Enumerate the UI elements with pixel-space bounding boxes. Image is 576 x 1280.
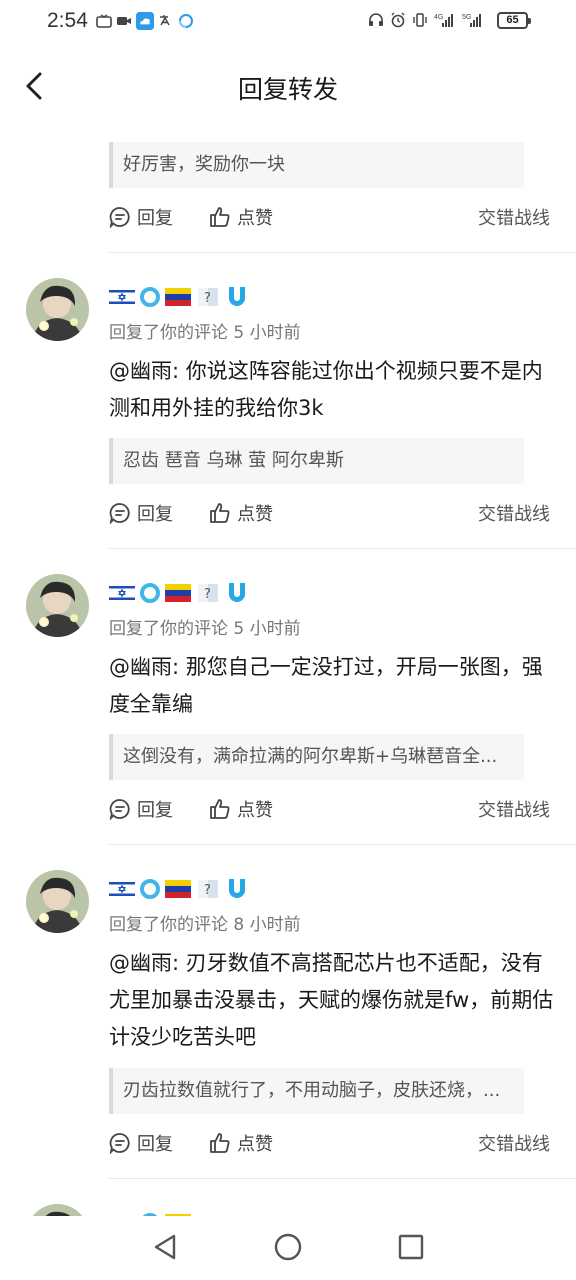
reply-button[interactable]: 回复 [109,500,173,526]
svg-text:?: ? [204,883,211,898]
comment-bubble-icon [109,1133,130,1154]
like-button[interactable]: 点赞 [209,1130,273,1156]
quoted-comment[interactable]: 忍齿 琶音 乌琳 萤 阿尔卑斯 [109,438,524,484]
status-bar: 2:54 4G 5G 65 [0,0,576,44]
comment-bubble-icon [109,799,130,820]
reply-label: 回复 [137,1134,173,1155]
signal-4g-icon: 4G [434,14,453,27]
flag-israel-icon [109,288,135,306]
comment-text[interactable]: @幽雨: 你说这阵容能过你出个视频只要不是内测和用外挂的我给你3k [109,353,554,427]
u-badge-icon [229,287,245,306]
comment-meta: 回复了你的评论 5 小时前 [109,619,301,639]
system-home-button[interactable] [273,1232,303,1266]
flag-israel-icon [109,880,135,898]
user-badges: ? [109,580,249,606]
reply-button[interactable]: 回复 [109,796,173,822]
quoted-comment[interactable]: 这倒没有，满命拉满的阿尔卑斯+乌琳琶音全... [109,734,524,780]
game-source-tag[interactable]: 交错战线 [478,796,550,822]
user-badges: ? [109,284,249,310]
comment-actions: 回复 点赞 交错战线 [109,204,550,234]
unknown-flag-icon: ? [198,880,218,898]
svg-text:4G: 4G [434,14,443,21]
comment-text[interactable]: @幽雨: 那您自己一定没打过，开局一张图，强度全靠编 [109,649,554,723]
comment-actions: 回复 点赞 交错战线 [109,500,550,530]
unknown-flag-icon: ? [198,288,218,306]
triangle-back-icon [154,1234,176,1260]
reply-feed[interactable]: 好厉害，奖励你一块 回复 点赞 交错战线 ? 回复了你的评论 5 小时前 @幽雨… [0,122,576,1216]
signal-5g-icon: 5G [462,14,481,27]
like-label: 点赞 [237,208,273,229]
status-system-icons: 4G 5G [368,12,484,28]
avatar[interactable] [26,870,89,933]
avatar[interactable] [26,278,89,341]
quoted-comment[interactable]: 好厉害，奖励你一块 [109,142,524,188]
divider [109,844,576,845]
status-notification-icons [96,12,194,30]
unknown-flag-icon: ? [198,584,218,602]
quoted-comment[interactable]: 刃齿拉数值就行了，不用动脑子，皮肤还烧，... [109,1068,524,1114]
user-badges: ? [109,876,249,902]
svg-text:?: ? [204,587,211,602]
translate-icon [160,15,170,26]
flag-israel-icon [109,584,135,602]
comment-meta: 回复了你的评论 8 小时前 [109,915,301,935]
thumbs-up-icon [210,207,230,227]
alarm-icon [391,12,405,28]
circle-home-icon [274,1233,302,1261]
like-label: 点赞 [237,1134,273,1155]
reply-button[interactable]: 回复 [109,204,173,230]
video-camera-icon [117,17,131,25]
system-back-button[interactable] [150,1232,180,1266]
comment-text[interactable]: @幽雨: 刃牙数值不高搭配芯片也不适配，没有尤里加暴击没暴击，天赋的爆伤就是fw… [109,945,554,1056]
weather-app-icon [136,12,154,30]
like-button[interactable]: 点赞 [209,500,273,526]
game-source-tag[interactable]: 交错战线 [478,1130,550,1156]
reply-button[interactable]: 回复 [109,1130,173,1156]
reply-label: 回复 [137,504,173,525]
game-source-tag[interactable]: 交错战线 [478,204,550,230]
ring-badge-icon [140,879,160,899]
divider [109,1178,576,1179]
svg-text:5G: 5G [462,14,471,21]
battery-indicator: 65 [497,12,531,29]
thumbs-up-icon [210,1133,230,1153]
headphones-icon [369,13,383,26]
reply-label: 回复 [137,800,173,821]
page-title: 回复转发 [237,75,338,104]
avatar[interactable] [26,1204,89,1216]
comment-actions: 回复 点赞 交错战线 [109,796,550,826]
divider [109,548,576,549]
flag-venezuela-icon [165,880,191,898]
ring-badge-icon [140,583,160,603]
comment-bubble-icon [109,503,130,524]
header-bar: 回复转发 [0,50,576,122]
system-navigation-bar [0,1216,576,1280]
thumbs-up-icon [210,503,230,523]
divider [109,252,576,253]
u-badge-icon [229,879,245,898]
system-recent-button[interactable] [396,1232,426,1266]
tv-app-icon [96,14,112,28]
like-label: 点赞 [237,800,273,821]
like-button[interactable]: 点赞 [209,204,273,230]
like-label: 点赞 [237,504,273,525]
game-source-tag[interactable]: 交错战线 [478,500,550,526]
comment-actions: 回复 点赞 交错战线 [109,1130,550,1160]
avatar[interactable] [26,574,89,637]
like-button[interactable]: 点赞 [209,796,273,822]
reply-label: 回复 [137,208,173,229]
flag-venezuela-icon [165,288,191,306]
thumbs-up-icon [210,799,230,819]
search-app-icon [179,14,193,28]
u-badge-icon [229,583,245,602]
square-recent-icon [398,1234,424,1260]
comment-meta: 回复了你的评论 5 小时前 [109,323,301,343]
ring-badge-icon [140,287,160,307]
comment-bubble-icon [109,207,130,228]
vibrate-icon [413,13,427,27]
svg-text:?: ? [204,291,211,306]
flag-venezuela-icon [165,584,191,602]
status-time: 2:54 [47,9,88,32]
